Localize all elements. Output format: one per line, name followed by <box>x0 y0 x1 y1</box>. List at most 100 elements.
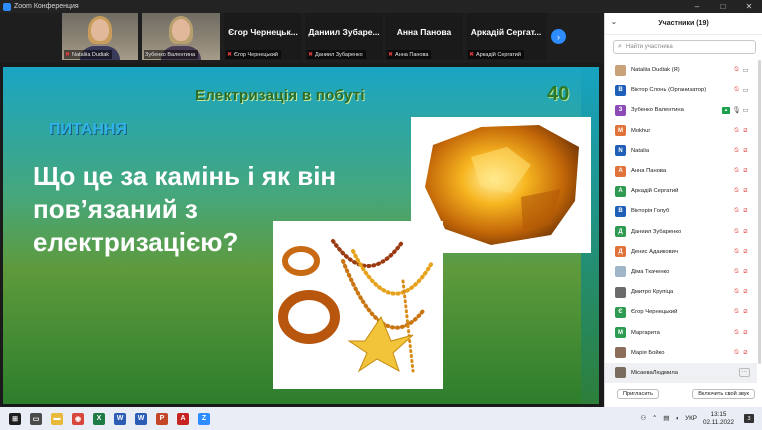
volume-icon[interactable]: ◖ <box>675 415 679 422</box>
chevron-up-icon[interactable]: ⌃ <box>652 415 657 422</box>
video-strip: ✖ Nataliia Dudiak Зубенко Валентина Єгор … <box>0 13 605 63</box>
windows-taskbar: ⊞ ▭ ▬ ◉ X W W P A Z ⚇ ⌃ ▤ ◖ УКР 13:15 02.11.2022 … <box>0 407 762 430</box>
mic-muted-icon[interactable]: ⍉ <box>732 167 741 175</box>
slide-section-label: ПИТАННЯ <box>49 121 127 138</box>
participant-search-input[interactable]: ⌕ Найти участника <box>613 40 756 54</box>
participant-row[interactable]: МісаеваЛюдмила ··· <box>605 362 757 383</box>
invite-button[interactable]: Пригласить <box>617 389 659 399</box>
camera-off-icon[interactable]: ⧄ <box>741 308 750 316</box>
mic-muted-icon[interactable]: ⍉ <box>732 349 741 357</box>
participant-name: Єгор Чернецький <box>631 309 678 316</box>
camera-icon[interactable]: ▭ <box>741 66 750 74</box>
camera-off-icon[interactable]: ⧄ <box>741 329 750 337</box>
video-name-tag: ✖ Єгор Чернецький <box>226 50 281 59</box>
participant-row[interactable]: Діма Ткаченко ⍉ ⧄ <box>605 262 757 282</box>
word-icon-2[interactable]: W <box>135 412 147 425</box>
acrobat-icon[interactable]: A <box>177 412 189 425</box>
mic-icon[interactable]: 🎙︎ <box>732 106 741 114</box>
mic-muted-icon[interactable]: ⍉ <box>732 308 741 316</box>
participant-status-icons: ⍉ ⧄ <box>732 207 750 215</box>
participant-status-icons: ⍉ ⧄ <box>732 268 750 276</box>
participant-name: Mokhur <box>631 127 651 134</box>
mic-muted-icon[interactable]: ⍉ <box>732 288 741 296</box>
camera-off-icon[interactable]: ⧄ <box>741 167 750 175</box>
camera-off-icon[interactable]: ⧄ <box>741 187 750 195</box>
next-page-arrow-icon[interactable]: › <box>551 29 566 44</box>
camera-off-icon[interactable]: ⧄ <box>741 127 750 135</box>
video-tile-name: Даниил Зубаре... <box>308 27 380 37</box>
close-button[interactable]: ✕ <box>736 0 762 13</box>
camera-icon[interactable]: ▭ <box>741 106 750 114</box>
participants-scrollbar[interactable] <box>758 60 761 364</box>
participant-row[interactable]: Є Єгор Чернецький ⍉ ⧄ <box>605 302 757 322</box>
video-tile-danyil[interactable]: Даниил Зубаре... ✖ Даниил Зубаренко <box>305 13 383 60</box>
zoom-app-icon <box>3 2 11 11</box>
video-tile-nataliia-dudiak[interactable]: ✖ Nataliia Dudiak <box>62 13 138 60</box>
participant-row[interactable]: А Аркадій Сергатий ⍉ ⧄ <box>605 181 757 201</box>
camera-off-icon[interactable]: ⧄ <box>741 207 750 215</box>
mic-muted-icon[interactable]: ⍉ <box>732 187 741 195</box>
keyboard-language[interactable]: УКР <box>685 415 697 422</box>
participant-row[interactable]: А Анна Панова ⍉ ⧄ <box>605 161 757 181</box>
video-tile-yehor[interactable]: Єгор Чернецьк... ✖ Єгор Чернецький <box>224 13 302 60</box>
mic-muted-icon[interactable]: ⍉ <box>732 329 741 337</box>
participant-row[interactable]: В Вікторія Голуб ⍉ ⧄ <box>605 201 757 221</box>
mic-muted-icon[interactable]: ⍉ <box>732 127 741 135</box>
task-view-icon[interactable]: ▭ <box>30 412 42 425</box>
participant-row[interactable]: Д Денис Адаикович ⍉ ⧄ <box>605 242 757 262</box>
mic-muted-icon[interactable]: ⍉ <box>732 207 741 215</box>
participant-status-icons: ⍉ ⧄ <box>732 248 750 256</box>
mic-muted-icon[interactable]: ⍉ <box>732 147 741 155</box>
participant-row[interactable]: Д Даниил Зубаренко ⍉ ⧄ <box>605 222 757 242</box>
avatar: М <box>615 327 626 339</box>
camera-off-icon[interactable]: ⧄ <box>741 349 750 357</box>
notifications-badge[interactable]: 3 <box>744 414 754 423</box>
participant-row[interactable]: Nataliia Dudiak (Я) ⍉ ▭ <box>605 60 757 80</box>
participant-row[interactable]: M Mokhur ⍉ ⧄ <box>605 121 757 141</box>
avatar: Є <box>615 306 626 318</box>
participant-row[interactable]: Марія Бойко ⍉ ⧄ <box>605 343 757 363</box>
zoom-icon[interactable]: Z <box>198 412 210 425</box>
camera-off-icon[interactable]: ⧄ <box>741 147 750 155</box>
maximize-button[interactable]: □ <box>710 0 736 13</box>
video-tile-arkadii[interactable]: Аркадій Сергат... ✖ Аркадій Сергатий <box>466 13 546 60</box>
participant-row[interactable]: М Маргарита ⍉ ⧄ <box>605 322 757 342</box>
participant-status-icons: ⍉ ⧄ <box>732 288 750 296</box>
camera-off-icon[interactable]: ⧄ <box>741 248 750 256</box>
mic-muted-icon[interactable]: ⍉ <box>732 268 741 276</box>
word-icon[interactable]: W <box>114 412 126 425</box>
avatar: M <box>615 125 626 137</box>
participant-row[interactable]: З Зубенко Валентина ▴ 🎙︎ ▭ <box>605 100 757 120</box>
mic-muted-icon[interactable]: ⍉ <box>732 248 741 256</box>
mic-muted-icon[interactable]: ⍉ <box>732 86 741 94</box>
people-icon[interactable]: ⚇ <box>640 415 646 422</box>
video-tile-anna[interactable]: Анна Панова ✖ Анна Панова <box>385 13 463 60</box>
excel-icon[interactable]: X <box>93 412 105 425</box>
participant-name: Зубенко Валентина <box>631 107 684 114</box>
taskbar-clock[interactable]: 13:15 02.11.2022 <box>703 411 734 427</box>
camera-icon[interactable]: ▭ <box>741 86 750 94</box>
participant-name: Nataliia Dudiak (Я) <box>631 67 680 74</box>
network-icon[interactable]: ▤ <box>663 415 669 422</box>
participant-face <box>91 19 109 41</box>
more-options-icon[interactable]: ··· <box>739 368 750 378</box>
mic-muted-icon[interactable]: ⍉ <box>732 228 741 236</box>
unmute-myself-button[interactable]: Включить свой звук <box>692 389 755 399</box>
chrome-icon[interactable]: ◉ <box>72 412 84 425</box>
amber-jewelry-image <box>273 221 443 389</box>
file-explorer-icon[interactable]: ▬ <box>51 412 63 425</box>
video-tile-zubenko-valentyna[interactable]: Зубенко Валентина <box>142 13 220 60</box>
camera-off-icon[interactable]: ⧄ <box>741 268 750 276</box>
participant-row[interactable]: Дмитро Крупіца ⍉ ⧄ <box>605 282 757 302</box>
powerpoint-icon[interactable]: P <box>156 412 168 425</box>
camera-off-icon[interactable]: ⧄ <box>741 228 750 236</box>
avatar: Д <box>615 226 626 238</box>
participant-row[interactable]: В Віктор Слонь (Организатор) ⍉ ▭ <box>605 80 757 100</box>
participant-row[interactable]: N Natalia ⍉ ⧄ <box>605 141 757 161</box>
chevron-down-icon[interactable]: ⌄ <box>611 18 617 26</box>
mic-muted-icon[interactable]: ⍉ <box>732 66 741 74</box>
minimize-button[interactable]: – <box>684 0 710 13</box>
camera-off-icon[interactable]: ⧄ <box>741 288 750 296</box>
mic-muted-icon: ✖ <box>227 52 233 58</box>
windows-start-icon[interactable]: ⊞ <box>9 412 21 425</box>
